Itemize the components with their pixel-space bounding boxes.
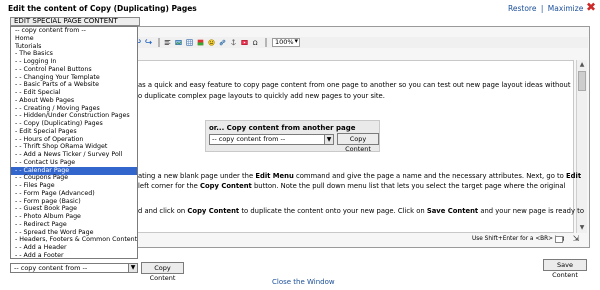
scroll-up-arrow-icon[interactable]: ▲ <box>577 60 587 70</box>
editor-toolbar: Ω 100% <box>133 37 588 48</box>
toolbar-separator <box>158 38 160 47</box>
br-tag-checkbox[interactable] <box>555 236 563 243</box>
link-icon[interactable] <box>218 38 227 47</box>
chevron-down-icon[interactable]: ▼ <box>128 264 137 272</box>
image-icon[interactable] <box>174 38 183 47</box>
status-hint: Use Shift+Enter for a <BR> tag <box>472 236 565 242</box>
redo-icon[interactable] <box>144 38 153 47</box>
align-icon[interactable] <box>163 38 172 47</box>
anchor-icon[interactable] <box>229 38 238 47</box>
media-icon[interactable] <box>240 38 249 47</box>
content-paragraph-4: left corner for the Copy Content button.… <box>138 182 566 190</box>
svg-text:Ω: Ω <box>253 40 258 47</box>
content-paragraph-1: as a quick and easy feature to copy page… <box>138 81 571 89</box>
chevron-down-icon[interactable]: ▼ <box>324 135 333 144</box>
maximize-link[interactable]: Maximize <box>548 4 584 13</box>
emoticon-icon[interactable] <box>207 38 216 47</box>
content-paragraph-5: d and click on Copy Content to duplicate… <box>138 207 584 215</box>
special-char-icon[interactable]: Ω <box>251 38 260 47</box>
close-icon[interactable]: ✖ <box>585 1 597 13</box>
window-controls-separator: | <box>540 4 544 13</box>
copy-box-label: or... Copy content from another page <box>209 124 356 132</box>
table-icon[interactable] <box>185 38 194 47</box>
copy-content-box: or... Copy content from another page -- … <box>205 120 380 153</box>
color-icon[interactable] <box>196 38 205 47</box>
dropdown-option[interactable]: - - Add a Footer <box>11 252 137 258</box>
zoom-select[interactable]: 100% <box>272 38 300 47</box>
resize-arrow-icon[interactable]: ⇲ <box>570 234 582 245</box>
copy-content-button[interactable]: Copy Content <box>141 262 184 282</box>
content-paragraph-3: ating a new blank page under the Edit Me… <box>138 172 582 180</box>
copy-box-select-value: -- copy content from -- <box>212 135 286 143</box>
copy-box-select[interactable]: -- copy content from -- ▼ <box>209 134 334 145</box>
restore-link[interactable]: Restore <box>508 4 536 13</box>
scrollbar-thumb[interactable] <box>578 71 586 91</box>
bottom-select-value: -- copy content from -- <box>14 264 88 272</box>
toolbar-separator <box>265 38 267 47</box>
close-window-link[interactable]: Close the Window <box>272 278 335 286</box>
scroll-down-arrow-icon[interactable]: ▼ <box>577 223 587 233</box>
page-title: Edit the content of Copy (Duplicating) P… <box>8 4 197 13</box>
copy-box-copy-button[interactable]: Copy Content <box>337 133 379 153</box>
copy-content-dropdown-list[interactable]: -- copy content from -- Home Tutorials - Th… <box>10 26 138 259</box>
save-content-button[interactable]: Save Content <box>543 259 587 279</box>
bottom-copy-select[interactable]: -- copy content from -- ▼ <box>10 263 138 273</box>
tab-edit-special-page-content[interactable]: EDIT SPECIAL PAGE CONTENT <box>10 17 140 26</box>
window-controls: Restore | Maximize <box>508 4 583 13</box>
content-paragraph-2: o duplicate complex page layouts to quic… <box>138 92 385 100</box>
